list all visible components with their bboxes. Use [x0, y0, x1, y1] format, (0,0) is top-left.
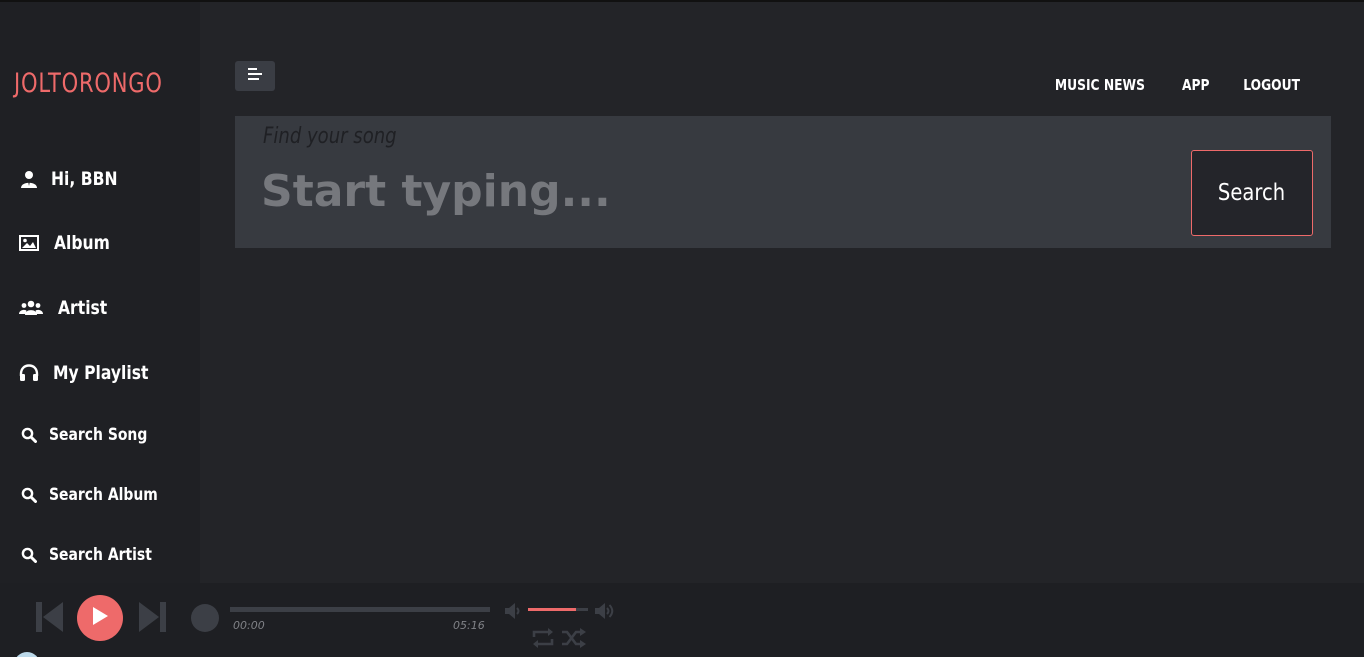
- sidebar: JOLTORONGO Hi, BBN Album Artist My Playl…: [0, 2, 200, 583]
- volume-up-button[interactable]: [594, 600, 618, 627]
- volume-up-icon: [594, 603, 618, 626]
- sidebar-item-search-artist[interactable]: Search Artist: [18, 544, 174, 566]
- next-icon: [138, 602, 166, 637]
- users-icon: [18, 297, 44, 319]
- sidebar-item-album[interactable]: Album: [18, 232, 122, 254]
- search-icon: [18, 544, 40, 566]
- volume-down-icon: [504, 603, 522, 625]
- repeat-icon: [531, 628, 555, 653]
- shuffle-button[interactable]: [561, 627, 587, 654]
- nav-link-music-news[interactable]: MUSIC NEWS: [1055, 76, 1145, 94]
- search-icon: [18, 484, 40, 506]
- nav-link-logout[interactable]: LOGOUT: [1243, 76, 1300, 94]
- duration: 05:16: [453, 619, 485, 632]
- sidebar-item-search-song[interactable]: Search Song: [18, 424, 169, 446]
- play-icon: [91, 606, 109, 631]
- seek-knob[interactable]: [191, 604, 219, 632]
- sidebar-item-search-album[interactable]: Search Album: [18, 484, 182, 506]
- previous-button[interactable]: [36, 601, 64, 638]
- sidebar-item-label: Hi, BBN: [51, 168, 118, 190]
- menu-toggle-button[interactable]: [235, 61, 275, 91]
- volume-fill: [528, 608, 576, 611]
- top-nav: MUSIC NEWS APP LOGOUT: [1045, 76, 1306, 94]
- audio-player: 00:00 05:16: [0, 583, 1364, 657]
- headphones-icon: [18, 362, 40, 384]
- sidebar-item-artist[interactable]: Artist: [18, 297, 118, 319]
- next-button[interactable]: [138, 601, 166, 638]
- progress-bar[interactable]: [230, 607, 490, 612]
- current-time: 00:00: [233, 619, 265, 632]
- previous-icon: [36, 602, 64, 637]
- search-icon: [18, 424, 40, 446]
- shuffle-icon: [561, 628, 587, 653]
- repeat-button[interactable]: [531, 627, 555, 654]
- volume-down-button[interactable]: [504, 601, 522, 626]
- menu-icon: [248, 67, 262, 85]
- play-button[interactable]: [77, 595, 123, 641]
- sidebar-item-label: My Playlist: [53, 362, 149, 384]
- sidebar-item-my-playlist[interactable]: My Playlist: [18, 362, 169, 384]
- brand-logo[interactable]: JOLTORONGO: [14, 68, 163, 99]
- image-icon: [18, 232, 40, 254]
- sidebar-item-label: Album: [54, 232, 110, 254]
- sidebar-item-label: Search Artist: [49, 545, 152, 565]
- search-button-label: Search: [1218, 180, 1286, 206]
- sidebar-item-profile[interactable]: Hi, BBN: [18, 168, 132, 190]
- sidebar-item-label: Search Song: [49, 425, 148, 445]
- search-input[interactable]: [261, 160, 1161, 222]
- nav-link-app[interactable]: APP: [1182, 76, 1210, 94]
- user-icon: [18, 168, 40, 190]
- sidebar-item-label: Artist: [58, 297, 108, 319]
- search-label: Find your song: [263, 124, 397, 149]
- search-button[interactable]: Search: [1191, 150, 1313, 236]
- volume-slider[interactable]: [528, 608, 588, 611]
- search-panel: Find your song Search: [235, 116, 1331, 248]
- window-top-border: [0, 0, 1364, 2]
- sidebar-item-label: Search Album: [49, 485, 158, 505]
